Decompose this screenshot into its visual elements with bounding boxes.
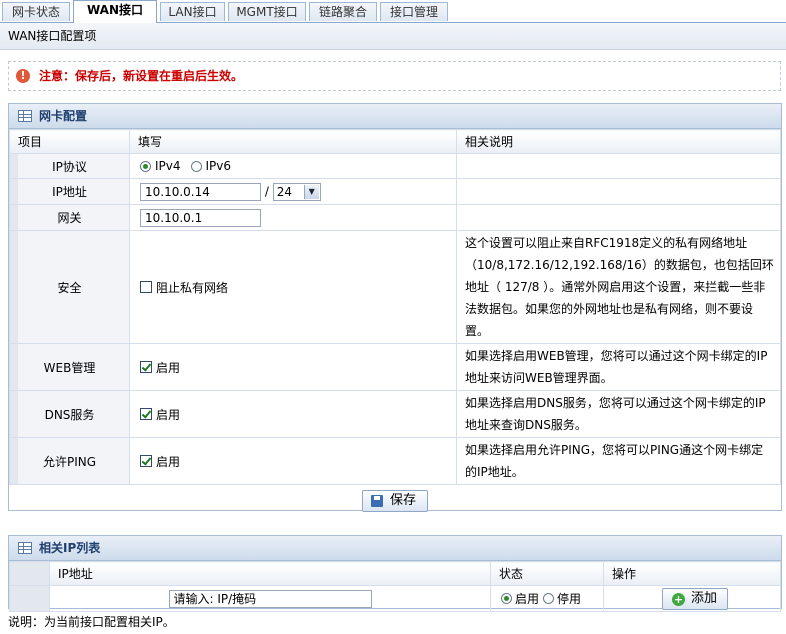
row-indicator-header	[9, 561, 50, 586]
col-header-item: 项目	[9, 129, 130, 154]
web-mgmt-enable-label: 启用	[156, 360, 181, 375]
gateway-field: 10.10.0.1	[129, 204, 457, 231]
status-cell: 启用 停用	[490, 585, 604, 612]
ipv6-label: IPv6	[205, 159, 232, 174]
action-cell: + 添加	[603, 585, 781, 612]
block-private-network-checkbox[interactable]	[140, 281, 152, 293]
dns-service-checkbox[interactable]	[140, 408, 152, 420]
allow-ping-desc: 如果选择启用允许PING，您将可以PING通这个网卡绑定的IP地址。	[456, 437, 781, 485]
ip-address-input[interactable]: 10.10.0.14	[140, 182, 261, 201]
row-indicator	[9, 585, 50, 612]
related-ip-title: 相关IP列表	[39, 541, 101, 555]
dns-service-enable-label: 启用	[156, 407, 181, 422]
col-header-action: 操作	[603, 561, 781, 586]
table-icon	[18, 110, 32, 122]
netmask-select[interactable]: 24 ▼	[272, 182, 321, 201]
chevron-down-icon: ▼	[303, 184, 319, 199]
web-mgmt-field: 启用	[129, 343, 457, 391]
status-disable-label: 停用	[557, 592, 582, 606]
related-ip-table: IP地址 状态 操作 请输入: IP/掩码 启用 停用 + 添加	[9, 561, 781, 612]
col-header-ip-address: IP地址	[49, 561, 491, 586]
allow-ping-label: 允许PING	[9, 437, 130, 485]
nic-config-table: 项目 填写 相关说明 IP协议 IPv4 IPv6 IP地址 10.10.0.14…	[9, 129, 781, 485]
tab-wan-interface[interactable]: WAN接口	[73, 0, 157, 23]
allow-ping-checkbox[interactable]	[140, 455, 152, 467]
ip-protocol-label: IP协议	[9, 153, 130, 179]
ipv4-radio[interactable]	[140, 160, 151, 172]
dns-service-label: DNS服务	[9, 390, 130, 438]
col-header-desc: 相关说明	[456, 129, 781, 154]
block-private-network-label: 阻止私有网络	[156, 280, 229, 295]
restart-notice: ! 注意：保存后，新设置在重启后生效。	[8, 61, 781, 91]
allow-ping-field: 启用	[129, 437, 457, 485]
col-header-status: 状态	[490, 561, 604, 586]
ip-address-desc	[456, 178, 781, 205]
security-desc: 这个设置可以阻止来自RFC1918定义的私有网络地址（10/8,172.16/1…	[456, 230, 781, 344]
status-disable-radio[interactable]	[543, 593, 555, 604]
web-mgmt-label: WEB管理	[9, 343, 130, 391]
tab-interface-management[interactable]: 接口管理	[380, 2, 448, 21]
related-ip-panel: 相关IP列表 IP地址 状态 操作 请输入: IP/掩码 启用 停用 + 添加	[8, 535, 782, 612]
warning-icon: !	[16, 69, 30, 83]
ip-mask-separator: /	[264, 184, 269, 198]
security-label: 安全	[9, 230, 130, 344]
tab-bar: 网卡状态 WAN接口 LAN接口 MGMT接口 链路聚合 接口管理	[0, 0, 786, 23]
gateway-input[interactable]: 10.10.0.1	[140, 208, 261, 227]
related-ip-header: 相关IP列表	[9, 536, 781, 561]
save-button[interactable]: 保存	[362, 490, 428, 512]
dns-service-desc: 如果选择启用DNS服务，您将可以通过这个网卡绑定的IP地址来查询DNS服务。	[456, 390, 781, 438]
ipv4-label: IPv4	[155, 159, 181, 174]
status-enable-label: 启用	[515, 592, 540, 606]
web-mgmt-checkbox[interactable]	[140, 361, 152, 373]
notice-text: 注意：保存后，新设置在重启后生效。	[39, 69, 244, 83]
nic-config-panel: 网卡配置 项目 填写 相关说明 IP协议 IPv4 IPv6 IP地址 10.10…	[8, 103, 782, 512]
ip-address-label: IP地址	[9, 178, 130, 205]
col-header-value: 填写	[129, 129, 457, 154]
save-bar: 保存	[9, 485, 781, 512]
gateway-desc	[456, 204, 781, 231]
ip-address-field: 10.10.0.14 / 24 ▼	[129, 178, 457, 205]
ip-mask-input[interactable]: 请输入: IP/掩码	[168, 589, 372, 608]
floppy-disk-icon	[371, 495, 383, 507]
section-title: WAN接口配置项	[0, 23, 786, 50]
ip-protocol-field: IPv4 IPv6	[129, 153, 457, 179]
add-button[interactable]: + 添加	[662, 587, 728, 610]
ipv6-radio[interactable]	[190, 160, 202, 172]
security-field: 阻止私有网络	[129, 230, 457, 344]
tab-nic-status[interactable]: 网卡状态	[2, 2, 70, 21]
footer-note: 说明：为当前接口配置相关IP。	[8, 615, 175, 629]
plus-icon: +	[672, 592, 685, 606]
status-enable-radio[interactable]	[501, 593, 512, 604]
tab-mgmt-interface[interactable]: MGMT接口	[228, 2, 306, 21]
ip-input-cell: 请输入: IP/掩码	[49, 585, 491, 612]
gateway-label: 网关	[9, 204, 130, 231]
nic-config-title: 网卡配置	[39, 109, 88, 123]
tab-link-aggregation[interactable]: 链路聚合	[309, 2, 377, 21]
web-mgmt-desc: 如果选择启用WEB管理，您将可以通过这个网卡绑定的IP地址来访问WEB管理界面。	[456, 343, 781, 391]
nic-config-header: 网卡配置	[9, 104, 781, 129]
ip-protocol-desc	[456, 153, 781, 179]
allow-ping-enable-label: 启用	[156, 454, 181, 469]
table-icon	[18, 542, 32, 554]
dns-service-field: 启用	[129, 390, 457, 438]
tab-lan-interface[interactable]: LAN接口	[160, 2, 225, 21]
